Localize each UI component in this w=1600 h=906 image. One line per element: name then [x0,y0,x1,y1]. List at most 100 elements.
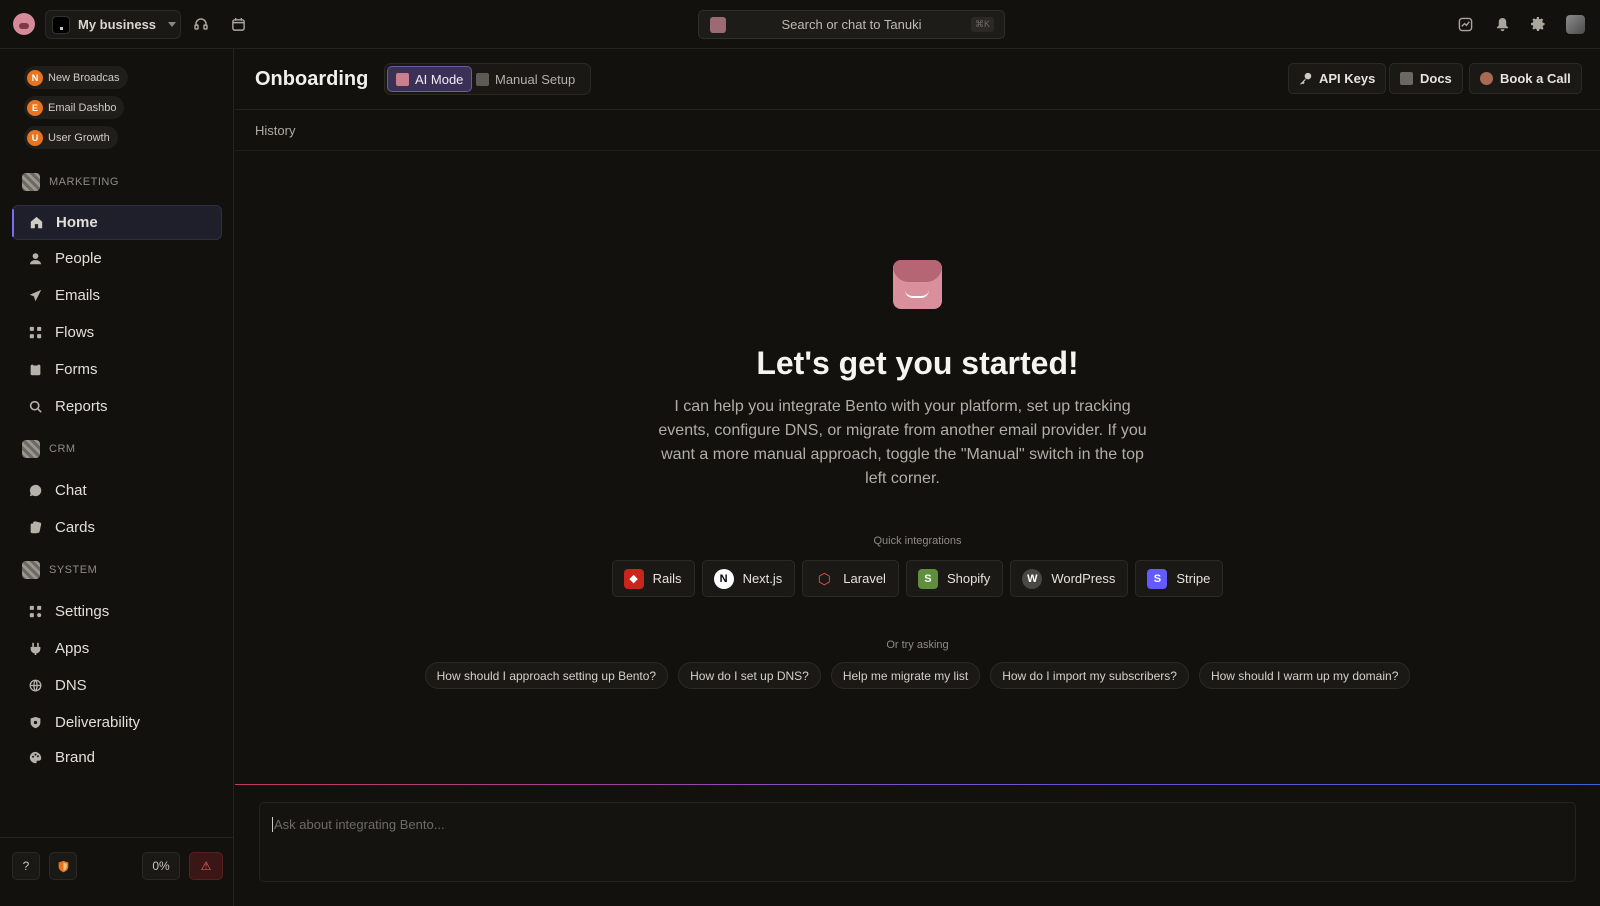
integration-nextjs[interactable]: N Next.js [701,560,796,597]
activity-icon[interactable] [1456,15,1474,33]
sidebar-item-label: Deliverability [55,714,141,731]
search-bar[interactable]: Search or chat to Tanuki ⌘K [698,10,1005,39]
recent-item-initial: E [27,99,43,116]
api-keys-button[interactable]: API Keys [1288,63,1387,94]
suggestion-chip[interactable]: Help me migrate my list [830,662,981,689]
sidebar-item-deliverability[interactable]: Deliverability [12,705,222,740]
page-header: Onboarding AI Mode Manual Setup API Keys… [235,49,1600,110]
plug-icon [28,642,42,656]
button-label: Book a Call [1500,71,1571,86]
document-icon [476,72,489,86]
sidebar-footer: ? 0% ⚠ [0,837,233,906]
docs-button[interactable]: Docs [1389,63,1463,94]
search-shortcut: ⌘K [970,17,994,32]
recent-item[interactable]: N New Broadcas [24,66,128,89]
sidebar-item-label: People [55,250,102,267]
page-title: Onboarding [255,68,369,90]
sidebar-item-settings[interactable]: Settings [12,594,222,629]
calendar-icon[interactable] [229,15,247,33]
chat-input[interactable] [272,817,1552,832]
shopify-icon: S [917,568,938,589]
recent-item[interactable]: E Email Dashbo [24,96,125,119]
button-label: Docs [1420,71,1452,86]
integration-stripe[interactable]: S Stripe [1135,560,1224,597]
sidebar-item-reports[interactable]: Reports [12,389,222,424]
suggestion-chip[interactable]: How should I warm up my domain? [1198,662,1411,689]
section-marketing: MARKETING [22,173,119,191]
quick-integrations-label: Quick integrations [873,535,962,547]
sidebar-item-label: Flows [55,324,95,341]
sidebar-item-people[interactable]: People [12,241,222,276]
suggestion-chip[interactable]: How do I set up DNS? [678,662,821,689]
wordpress-icon: W [1022,568,1043,589]
badge-button[interactable] [49,852,77,880]
recent-item[interactable]: U User Growth [24,126,118,149]
suggestion-chip[interactable]: How should I approach setting up Bento? [424,662,669,689]
sidebar-item-home[interactable]: Home [12,205,222,240]
home-icon [29,216,43,230]
integration-wordpress[interactable]: W WordPress [1010,560,1129,597]
business-name: My business [78,17,157,32]
bento-logo-icon[interactable] [13,13,35,35]
sidebar-item-cards[interactable]: Cards [12,510,222,545]
integration-laravel[interactable]: ⬡ Laravel [802,560,899,597]
stripe-icon: S [1147,568,1168,589]
manual-setup-button[interactable]: Manual Setup [468,66,583,92]
shield-icon [28,716,42,730]
book-call-button[interactable]: Book a Call [1469,63,1582,94]
person-avatar-icon [1480,72,1493,85]
sidebar-item-label: Reports [55,398,108,415]
sidebar-item-label: DNS [55,677,87,694]
integration-label: WordPress [1051,571,1116,586]
flow-icon [28,326,42,340]
marketing-section-icon [22,173,40,191]
headset-icon[interactable] [192,15,210,33]
person-icon [28,252,42,266]
gear-icon[interactable] [1529,15,1547,33]
integration-label: Stripe [1176,571,1211,586]
chat-icon [28,484,42,498]
sidebar: N New Broadcas E Email Dashbo U User Gro… [0,49,234,906]
crm-section-icon [22,440,40,458]
sidebar-item-dns[interactable]: DNS [12,668,222,703]
sidebar-item-label: Apps [55,640,90,657]
integration-label: Shopify [946,571,991,586]
system-section-icon [22,561,40,579]
sidebar-item-brand[interactable]: Brand [12,740,222,775]
warning-button[interactable]: ⚠ [189,852,223,880]
bell-icon[interactable] [1493,15,1511,33]
chat-composer[interactable] [259,802,1576,882]
tanuki-avatar-icon [710,17,726,33]
magnifier-icon [28,400,42,414]
history-bar: History [235,111,1600,151]
tanuki-mascot-icon [893,260,942,309]
business-switcher[interactable]: My business [45,10,181,39]
recent-item-label: Email Dashbo [48,101,117,114]
mode-label: Manual Setup [495,71,576,87]
progress-indicator[interactable]: 0% [142,852,180,880]
sidebar-item-emails[interactable]: Emails [12,278,222,313]
sidebar-item-forms[interactable]: Forms [12,352,222,387]
try-asking-label: Or try asking [886,639,949,651]
sidebar-item-chat[interactable]: Chat [12,473,222,508]
sidebar-item-apps[interactable]: Apps [12,631,222,666]
help-button[interactable]: ? [12,852,40,880]
integration-shopify[interactable]: S Shopify [905,560,1004,597]
shield-badge-icon [58,860,68,872]
integration-rails[interactable]: ◆ Rails [611,560,695,597]
recent-item-initial: N [27,69,43,86]
key-icon [1299,72,1312,85]
ai-mode-button[interactable]: AI Mode [387,66,473,92]
user-avatar[interactable] [1566,15,1585,34]
sidebar-item-flows[interactable]: Flows [12,315,222,350]
section-crm: CRM [22,440,76,458]
recent-item-label: User Growth [48,131,110,144]
search-placeholder: Search or chat to Tanuki [781,17,922,32]
integration-label: Rails [652,571,682,586]
history-link[interactable]: History [255,123,295,138]
recent-item-initial: U [27,129,43,146]
suggestion-chip[interactable]: How do I import my subscribers? [990,662,1189,689]
sidebar-item-label: Cards [55,519,96,536]
mode-label: AI Mode [415,71,464,87]
sidebar-item-label: Brand [55,749,96,766]
